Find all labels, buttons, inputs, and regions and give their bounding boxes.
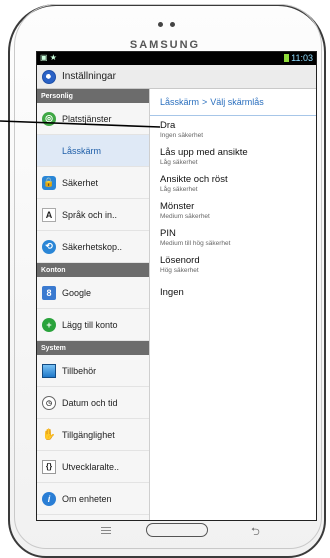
- location-icon: ◎: [42, 111, 56, 126]
- lock-option[interactable]: Lösenord Hög säkerhet: [150, 251, 316, 278]
- sidebar-item[interactable]: Låsskärm: [37, 135, 149, 167]
- settings-sidebar: Personlig ◎ Platstjänster Låsskärm 🔒 Säkerhet…: [37, 89, 150, 520]
- lock-option-title: Ansikte och röst: [160, 174, 228, 185]
- sidebar-item[interactable]: 🔒 Säkerhet: [37, 167, 149, 199]
- google-icon: 8: [42, 285, 56, 300]
- section-header: Konton: [37, 263, 149, 277]
- lock-option[interactable]: Ingen: [150, 278, 316, 305]
- light-sensor-icon: [170, 22, 175, 27]
- breadcrumb-current: Välj skärmlås: [210, 97, 264, 107]
- lock-option[interactable]: Mönster Medium säkerhet: [150, 197, 316, 224]
- sidebar-item[interactable]: ⟲ Säkerhetskop..: [37, 231, 149, 263]
- clock-icon: ◷: [42, 395, 56, 410]
- lock-option-security-level: Låg säkerhet: [160, 159, 198, 166]
- add-account-icon: +: [42, 317, 56, 332]
- developer-braces-icon: {}: [42, 459, 56, 474]
- lock-option-title: Ingen: [160, 287, 184, 298]
- sidebar-item-label: Säkerhetskop..: [62, 241, 123, 252]
- breadcrumb-separator: >: [202, 97, 208, 107]
- sidebar-item-label: Om enheten: [62, 493, 112, 504]
- sidebar-item-label: Låsskärm: [62, 145, 102, 156]
- sidebar-item-label: Tillgänglighet: [62, 429, 115, 440]
- status-time: 11:03: [291, 53, 313, 63]
- sidebar-item[interactable]: ✋ Tillgänglighet: [37, 419, 149, 451]
- sidebar-item[interactable]: Tillbehör: [37, 355, 149, 387]
- lock-option-title: Dra: [160, 120, 176, 131]
- lock-option-title: Lösenord: [160, 255, 200, 266]
- sidebar-item-label: Datum och tid: [62, 397, 118, 408]
- info-icon: i: [42, 491, 56, 506]
- screen: ▣ ★ 11:03 Inställningar Personlig ◎ Platst…: [36, 51, 317, 521]
- lock-option[interactable]: Dra Ingen säkerhet: [150, 116, 316, 143]
- lock-option[interactable]: PIN Medium till hög säkerhet: [150, 224, 316, 251]
- sidebar-item-label: Språk och in..: [62, 209, 118, 220]
- battery-icon: [284, 54, 290, 62]
- sidebar-item[interactable]: 8 Google: [37, 277, 149, 309]
- home-button[interactable]: [146, 523, 208, 537]
- lock-option-security-level: Medium till hög säkerhet: [160, 240, 231, 247]
- status-bar: ▣ ★ 11:03: [37, 52, 316, 65]
- lock-option[interactable]: Ansikte och röst Låg säkerhet: [150, 170, 316, 197]
- lock-option-title: Lås upp med ansikte: [160, 147, 248, 158]
- breadcrumb: Låsskärm > Välj skärmlås: [150, 89, 316, 116]
- lock-option-title: PIN: [160, 228, 176, 239]
- lock-option-title: Mönster: [160, 201, 195, 212]
- backup-icon: ⟲: [42, 239, 56, 254]
- sidebar-item-label: Säkerhet: [62, 177, 99, 188]
- notification-icons: ▣ ★: [40, 53, 57, 62]
- back-key-icon[interactable]: ⮌: [251, 523, 260, 542]
- sidebar-item[interactable]: i Om enheten: [37, 483, 149, 515]
- lock-option-security-level: Hög säkerhet: [160, 267, 199, 274]
- action-bar-title: Inställningar: [62, 71, 116, 82]
- action-bar[interactable]: Inställningar: [37, 65, 316, 89]
- accessibility-hand-icon: ✋: [42, 429, 56, 441]
- sidebar-item[interactable]: + Lägg till konto: [37, 309, 149, 341]
- language-icon: A: [42, 207, 56, 222]
- status-right: 11:03: [284, 53, 313, 63]
- breadcrumb-parent[interactable]: Låsskärm: [160, 97, 199, 107]
- lock-screen-icon: [42, 144, 56, 158]
- settings-content: Personlig ◎ Platstjänster Låsskärm 🔒 Säkerhet…: [37, 89, 316, 520]
- sidebar-item[interactable]: ◷ Datum och tid: [37, 387, 149, 419]
- section-header: System: [37, 341, 149, 355]
- lock-option-list: Dra Ingen säkerhet Lås upp med ansikte Låg …: [150, 116, 316, 305]
- brand-logo: SAMSUNG: [129, 39, 201, 51]
- section-header: Personlig: [37, 89, 149, 103]
- sidebar-item-label: Tillbehör: [62, 365, 97, 376]
- lock-option-security-level: Medium säkerhet: [160, 213, 210, 220]
- sidebar-item[interactable]: ◎ Platstjänster: [37, 103, 149, 135]
- settings-app-icon[interactable]: [42, 69, 56, 84]
- lock-option-security-level: Låg säkerhet: [160, 186, 198, 193]
- sidebar-item[interactable]: {} Utvecklaralte..: [37, 451, 149, 483]
- sidebar-item-label: Lägg till konto: [62, 319, 118, 330]
- padlock-icon: 🔒: [42, 175, 56, 190]
- lock-option-security-level: Ingen säkerhet: [160, 132, 204, 139]
- sidebar-item-label: Utvecklaralte..: [62, 461, 120, 472]
- menu-key-icon[interactable]: [101, 527, 111, 535]
- accessory-icon: [42, 363, 56, 378]
- detail-pane: Låsskärm > Välj skärmlås Dra Ingen säkerh…: [150, 89, 316, 520]
- front-camera-icon: [158, 22, 163, 27]
- lock-option[interactable]: Lås upp med ansikte Låg säkerhet: [150, 143, 316, 170]
- hardware-nav-bar: ⮌: [60, 523, 290, 545]
- sidebar-item[interactable]: A Språk och in..: [37, 199, 149, 231]
- sidebar-item-label: Google: [62, 287, 92, 298]
- sidebar-item-label: Platstjänster: [62, 113, 112, 124]
